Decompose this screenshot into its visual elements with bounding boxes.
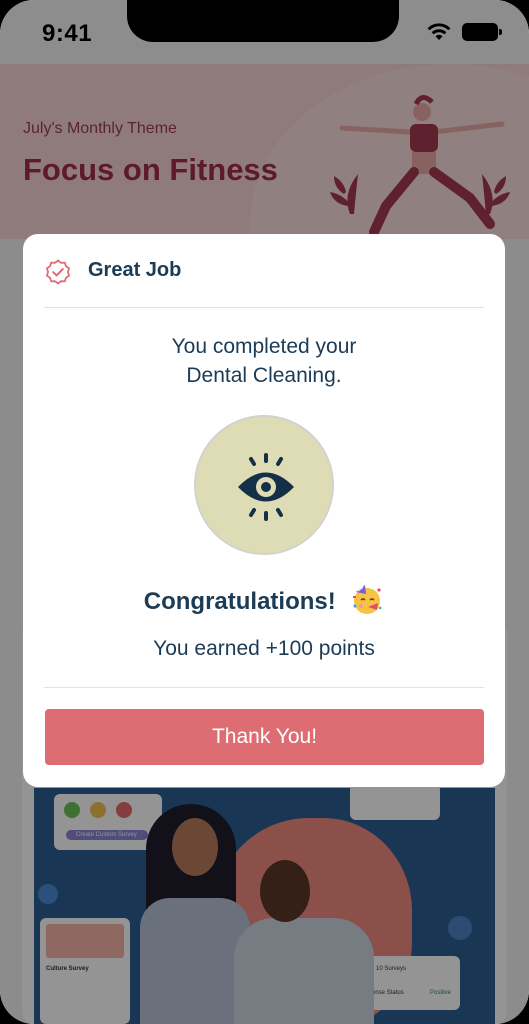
footer-divider — [44, 687, 484, 688]
congrats-heading: Congratulations! — [143, 588, 336, 615]
completion-modal: Great Job You completed your Dental Clea… — [23, 234, 505, 787]
completion-message: You completed your Dental Cleaning. — [23, 332, 505, 390]
modal-header: Great Job — [23, 234, 505, 307]
badge-check-icon — [46, 259, 70, 285]
activity-icon-circle — [194, 415, 334, 555]
modal-title: Great Job — [88, 259, 182, 281]
points-earned: You earned +100 points — [153, 637, 375, 660]
congrats-row: Congratulations! — [23, 582, 505, 616]
completion-message-line2: Dental Cleaning. — [186, 364, 342, 387]
completion-message-line1: You completed your — [171, 335, 357, 358]
header-divider — [44, 307, 484, 308]
party-face-icon — [353, 585, 382, 614]
eye-icon — [238, 453, 294, 521]
phone-screen: 9:41 July's Monthly Theme Focus on Fitne… — [0, 0, 529, 1024]
thank-you-button[interactable]: Thank You! — [45, 709, 484, 765]
